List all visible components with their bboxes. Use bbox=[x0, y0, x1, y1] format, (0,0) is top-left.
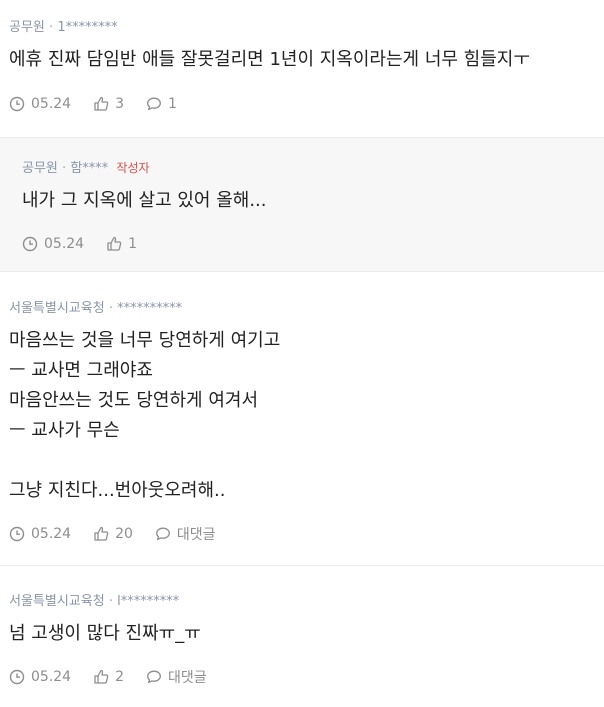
reply-button[interactable]: 대댓글 bbox=[146, 667, 207, 687]
comment-item: 서울특별시교육청 · l********* 넘 고생이 많다 진짜ㅠ_ㅠ 05.… bbox=[0, 566, 604, 707]
comment-org[interactable]: 공무원 bbox=[9, 20, 45, 35]
like-button[interactable]: 2 bbox=[93, 669, 124, 685]
comment-stats: 05.24 2 대댓글 bbox=[9, 667, 604, 687]
like-button[interactable]: 20 bbox=[93, 526, 133, 542]
thumbs-up-icon bbox=[107, 236, 122, 251]
meta-separator: · bbox=[49, 20, 54, 35]
comment-meta: 공무원 · 함**** 작성자 bbox=[22, 160, 604, 177]
reply-button[interactable]: 대댓글 bbox=[155, 524, 216, 544]
reply-button[interactable]: 1 bbox=[146, 96, 177, 112]
comment-org[interactable]: 공무원 bbox=[22, 161, 58, 176]
comment-org[interactable]: 서울특별시교육청 bbox=[9, 594, 105, 609]
comment-stats: 05.24 3 1 bbox=[9, 94, 604, 114]
comment-meta: 서울특별시교육청 · ********** bbox=[9, 301, 604, 317]
date-stat: 05.24 bbox=[9, 96, 71, 112]
comment-stats: 05.24 20 대댓글 bbox=[9, 524, 604, 544]
speech-bubble-icon bbox=[155, 527, 170, 541]
speech-bubble-icon bbox=[147, 97, 161, 111]
comment-date: 05.24 bbox=[31, 669, 72, 685]
comment-date: 05.24 bbox=[44, 236, 85, 252]
reply-item: 공무원 · 함**** 작성자 내가 그 지옥에 살고 있어 올해... 05.… bbox=[0, 138, 604, 272]
like-count: 20 bbox=[115, 526, 133, 542]
meta-separator: · bbox=[108, 301, 113, 316]
date-stat: 05.24 bbox=[22, 236, 84, 252]
comment-text: 에휴 진짜 담임반 애들 잘못걸리면 1년이 지옥이라는게 너무 힘들지ㅜ bbox=[9, 49, 530, 70]
thumbs-up-icon bbox=[94, 526, 109, 541]
like-button[interactable]: 3 bbox=[93, 96, 124, 112]
reply-label: 대댓글 bbox=[176, 527, 216, 543]
clock-icon bbox=[22, 236, 38, 252]
comment-text: 마음쓰는 것을 너무 당연하게 여기고 ㅡ 교사면 그래야죠 마음안쓰는 것도 … bbox=[9, 330, 281, 501]
meta-separator: · bbox=[62, 161, 67, 176]
comment-date: 05.24 bbox=[31, 96, 72, 112]
comment-text: 넘 고생이 많다 진짜ㅠ_ㅠ bbox=[9, 623, 201, 644]
comment-text: 내가 그 지옥에 살고 있어 올해... bbox=[22, 190, 267, 211]
comment-item: 공무원 · 1******** 에휴 진짜 담임반 애들 잘못걸리면 1년이 지… bbox=[0, 0, 604, 138]
comment-org[interactable]: 서울특별시교육청 bbox=[9, 301, 105, 316]
clock-icon bbox=[9, 526, 25, 542]
comment-date: 05.24 bbox=[31, 526, 72, 542]
comment-user: ********** bbox=[117, 301, 183, 316]
comment-stats: 05.24 1 bbox=[22, 234, 604, 254]
reply-count: 1 bbox=[168, 96, 177, 112]
comment-user: 함**** bbox=[70, 161, 109, 176]
like-count: 2 bbox=[115, 669, 125, 685]
clock-icon bbox=[9, 96, 25, 112]
comment-user: 1******** bbox=[57, 20, 118, 35]
meta-separator: · bbox=[108, 594, 113, 609]
reply-label: 대댓글 bbox=[168, 670, 207, 686]
comment-user: l********* bbox=[117, 594, 180, 609]
speech-bubble-icon bbox=[147, 670, 161, 684]
author-badge: 작성자 bbox=[116, 161, 150, 175]
comment-item: 서울특별시교육청 · ********** 마음쓰는 것을 너무 당연하게 여기… bbox=[0, 272, 604, 566]
date-stat: 05.24 bbox=[9, 669, 71, 685]
like-count: 1 bbox=[128, 236, 138, 252]
thumbs-up-icon bbox=[94, 669, 109, 684]
like-button[interactable]: 1 bbox=[106, 236, 137, 252]
comment-meta: 공무원 · 1******** bbox=[9, 20, 604, 36]
like-count: 3 bbox=[115, 96, 125, 112]
clock-icon bbox=[9, 669, 25, 685]
date-stat: 05.24 bbox=[9, 526, 71, 542]
comment-meta: 서울특별시교육청 · l********* bbox=[9, 594, 604, 610]
thumbs-up-icon bbox=[94, 96, 109, 111]
